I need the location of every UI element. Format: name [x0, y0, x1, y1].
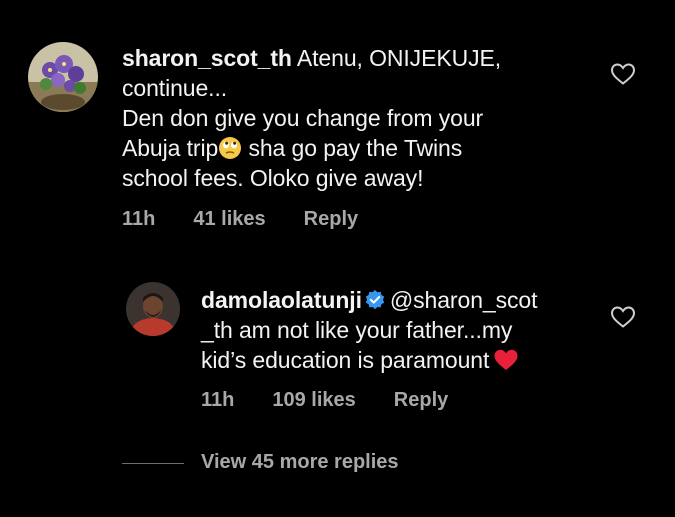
- reply-text: damolaolatunji @sharon_scot _th am not li…: [201, 285, 537, 375]
- like-heart-icon[interactable]: [610, 305, 636, 329]
- reply-comment: damolaolatunji @sharon_scot _th am not li…: [0, 270, 675, 420]
- reply-meta: 11h 109 likes Reply: [201, 389, 486, 412]
- view-more-replies-button[interactable]: View 45 more replies: [201, 451, 399, 474]
- reply-time: 11h: [201, 389, 235, 411]
- user-avatar[interactable]: [28, 42, 98, 112]
- comment-username[interactable]: sharon_scot_th: [122, 45, 292, 71]
- comment-text: sharon_scot_th Atenu, ONIJEKUJE, continu…: [122, 43, 501, 193]
- verified-badge-icon: [365, 290, 385, 310]
- red-heart-icon: [494, 349, 518, 370]
- user-avatar[interactable]: [126, 282, 180, 336]
- reply-button[interactable]: Reply: [394, 389, 448, 412]
- comment-time: 11h: [122, 208, 156, 230]
- reply-username[interactable]: damolaolatunji: [201, 287, 362, 313]
- reply-button[interactable]: Reply: [304, 208, 358, 231]
- comment-line: continue...: [122, 75, 228, 101]
- reply-line: _th am not like your father...my: [201, 317, 513, 343]
- reply-likes[interactable]: 109 likes: [272, 389, 355, 412]
- comment-line: Abuja trip sha go pay the Twins: [122, 135, 463, 161]
- comment-sharon: sharon_scot_th Atenu, ONIJEKUJE, continu…: [0, 0, 675, 240]
- like-heart-icon[interactable]: [610, 62, 636, 86]
- reply-line: kid’s education is paramount: [201, 345, 537, 375]
- flowers-avatar-icon: [28, 42, 98, 112]
- mention-link[interactable]: @sharon_scot: [390, 287, 538, 313]
- comment-meta: 11h 41 likes Reply: [122, 208, 396, 231]
- face-rolling-eyes-icon: [219, 137, 242, 159]
- comment-line: Atenu, ONIJEKUJE,: [296, 45, 502, 71]
- replies-divider: [122, 463, 184, 464]
- profile-photo-avatar-icon: [126, 282, 180, 336]
- comment-line: school fees. Oloko give away!: [122, 165, 424, 191]
- comment-likes[interactable]: 41 likes: [193, 208, 265, 231]
- comment-line: Den don give you change from your: [122, 105, 484, 131]
